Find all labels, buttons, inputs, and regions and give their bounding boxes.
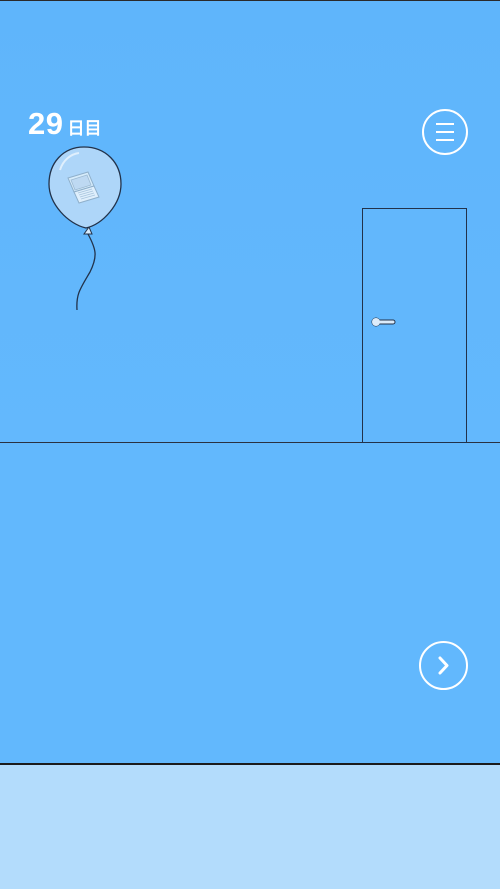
balloon[interactable] — [46, 144, 126, 314]
next-room-button[interactable] — [419, 641, 468, 690]
hamburger-menu-icon — [436, 139, 454, 141]
day-unit-label: 日目 — [67, 119, 102, 139]
door-handle[interactable] — [371, 316, 397, 328]
hamburger-menu-icon — [436, 123, 454, 125]
balloon-icon — [48, 146, 122, 311]
day-number: 29 — [28, 106, 64, 141]
menu-button[interactable] — [422, 109, 468, 155]
day-counter: 29 日目 — [28, 106, 101, 142]
chevron-right-icon — [438, 656, 449, 675]
door[interactable] — [362, 208, 467, 443]
game-stage: 29 日目 — [0, 0, 500, 889]
hamburger-menu-icon — [436, 131, 454, 133]
bottom-panel — [0, 763, 500, 889]
room-floor — [0, 442, 500, 764]
